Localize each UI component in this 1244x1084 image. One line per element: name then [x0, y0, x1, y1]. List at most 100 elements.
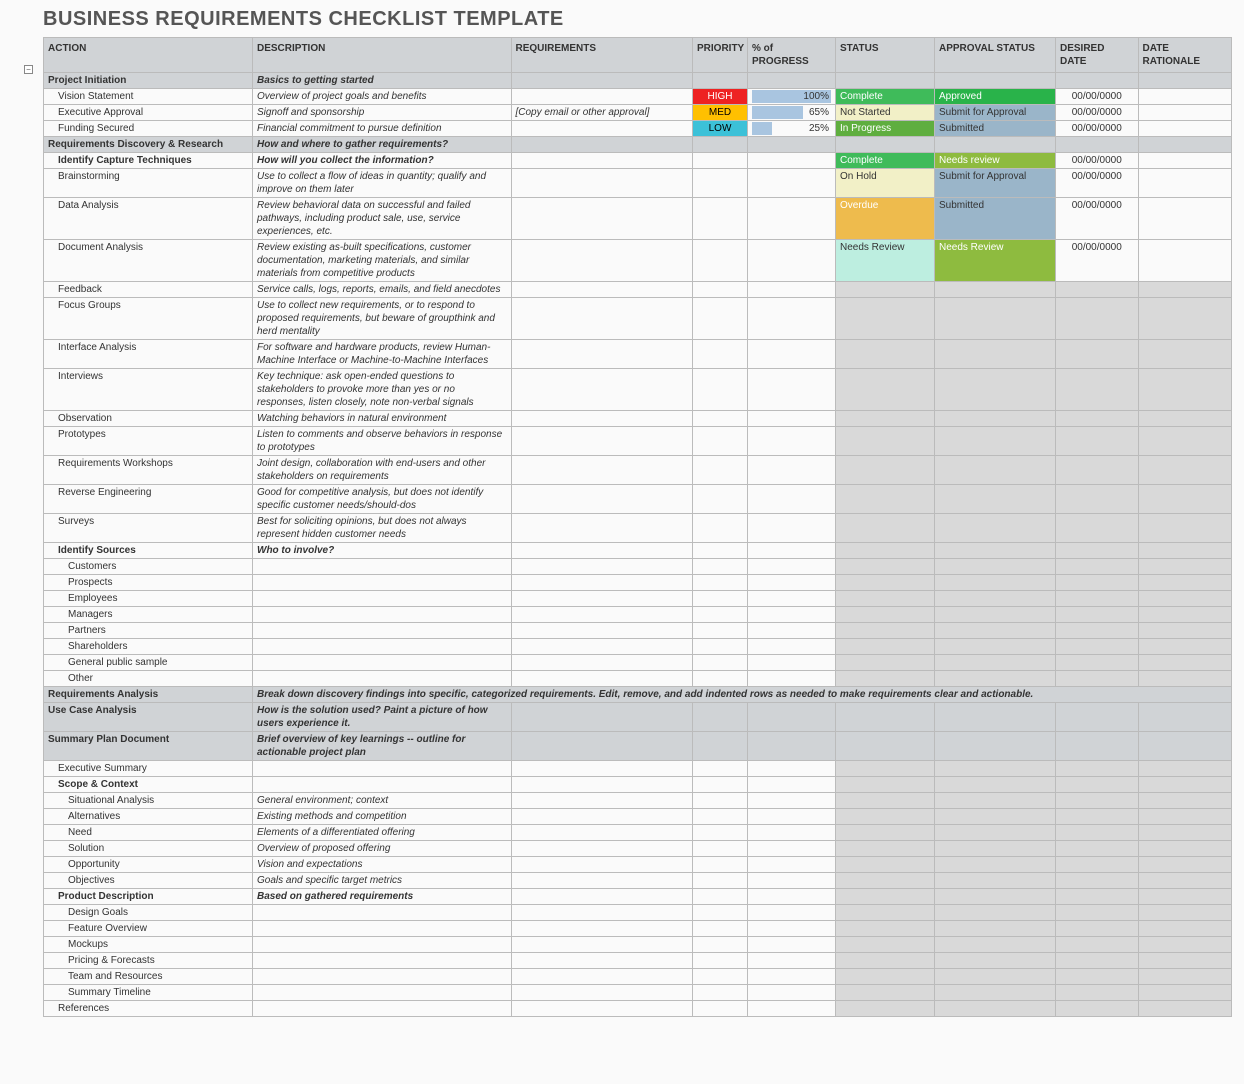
cell-progress: [748, 921, 836, 937]
cell-priority: [693, 169, 748, 198]
cell-requirements: [511, 282, 693, 298]
table-row[interactable]: BrainstormingUse to collect a flow of id…: [44, 169, 1232, 198]
table-row[interactable]: Design Goals: [44, 905, 1232, 921]
table-row[interactable]: Employees: [44, 591, 1232, 607]
table-row[interactable]: Executive ApprovalSignoff and sponsorshi…: [44, 105, 1232, 121]
table-row[interactable]: PrototypesListen to comments and observe…: [44, 427, 1232, 456]
cell-description: [253, 559, 512, 575]
cell-requirements: [511, 905, 693, 921]
cell-priority: [693, 905, 748, 921]
table-row[interactable]: Summary Plan DocumentBrief overview of k…: [44, 732, 1232, 761]
cell-action: Employees: [44, 591, 253, 607]
table-row[interactable]: Data AnalysisReview behavioral data on s…: [44, 198, 1232, 240]
table-row[interactable]: Situational AnalysisGeneral environment;…: [44, 793, 1232, 809]
cell-status: [836, 514, 935, 543]
cell-rationale: [1138, 282, 1232, 298]
cell-priority: [693, 543, 748, 559]
table-row[interactable]: References: [44, 1001, 1232, 1017]
table-row[interactable]: Document AnalysisReview existing as-buil…: [44, 240, 1232, 282]
cell-approval: [935, 905, 1056, 921]
cell-progress: [748, 607, 836, 623]
cell-requirements: [511, 623, 693, 639]
cell-progress: [748, 298, 836, 340]
cell-requirements: [511, 73, 693, 89]
table-row[interactable]: Identify Capture TechniquesHow will you …: [44, 153, 1232, 169]
table-row[interactable]: Focus GroupsUse to collect new requireme…: [44, 298, 1232, 340]
cell-progress: [748, 703, 836, 732]
table-row[interactable]: Other: [44, 671, 1232, 687]
table-row[interactable]: InterviewsKey technique: ask open-ended …: [44, 369, 1232, 411]
cell-date: [1056, 985, 1139, 1001]
table-row[interactable]: Requirements Discovery & ResearchHow and…: [44, 137, 1232, 153]
table-row[interactable]: Product DescriptionBased on gathered req…: [44, 889, 1232, 905]
cell-status: [836, 969, 935, 985]
cell-status: [836, 761, 935, 777]
table-row[interactable]: Team and Resources: [44, 969, 1232, 985]
table-row[interactable]: Requirements WorkshopsJoint design, coll…: [44, 456, 1232, 485]
cell-status: [836, 777, 935, 793]
cell-approval: Submit for Approval: [935, 169, 1056, 198]
cell-requirements: [511, 1001, 693, 1017]
cell-priority: [693, 575, 748, 591]
cell-requirements: [511, 137, 693, 153]
table-row[interactable]: Interface AnalysisFor software and hardw…: [44, 340, 1232, 369]
cell-action: Managers: [44, 607, 253, 623]
table-row[interactable]: SolutionOverview of proposed offering: [44, 841, 1232, 857]
cell-approval: [935, 703, 1056, 732]
table-row[interactable]: Identify SourcesWho to involve?: [44, 543, 1232, 559]
table-row[interactable]: ObjectivesGoals and specific target metr…: [44, 873, 1232, 889]
cell-date: 00/00/0000: [1056, 169, 1139, 198]
cell-description: Existing methods and competition: [253, 809, 512, 825]
cell-date: [1056, 655, 1139, 671]
cell-rationale: [1138, 169, 1232, 198]
cell-description: Vision and expectations: [253, 857, 512, 873]
table-row[interactable]: Executive Summary: [44, 761, 1232, 777]
table-row[interactable]: AlternativesExisting methods and competi…: [44, 809, 1232, 825]
cell-description: [253, 777, 512, 793]
cell-action: Funding Secured: [44, 121, 253, 137]
cell-approval: [935, 369, 1056, 411]
cell-approval: [935, 793, 1056, 809]
table-row[interactable]: SurveysBest for soliciting opinions, but…: [44, 514, 1232, 543]
table-row[interactable]: ObservationWatching behaviors in natural…: [44, 411, 1232, 427]
table-row[interactable]: Scope & Context: [44, 777, 1232, 793]
table-row[interactable]: Partners: [44, 623, 1232, 639]
table-row[interactable]: NeedElements of a differentiated offerin…: [44, 825, 1232, 841]
cell-status: [836, 671, 935, 687]
cell-progress: [748, 137, 836, 153]
table-row[interactable]: Summary Timeline: [44, 985, 1232, 1001]
cell-action: Requirements Workshops: [44, 456, 253, 485]
cell-progress: 65%: [748, 105, 836, 121]
table-row[interactable]: Reverse EngineeringGood for competitive …: [44, 485, 1232, 514]
table-row[interactable]: OpportunityVision and expectations: [44, 857, 1232, 873]
cell-action: Executive Approval: [44, 105, 253, 121]
table-row[interactable]: Funding SecuredFinancial commitment to p…: [44, 121, 1232, 137]
cell-progress: [748, 169, 836, 198]
table-row[interactable]: Requirements AnalysisBreak down discover…: [44, 687, 1232, 703]
cell-status: [836, 298, 935, 340]
table-row[interactable]: General public sample: [44, 655, 1232, 671]
table-row[interactable]: FeedbackService calls, logs, reports, em…: [44, 282, 1232, 298]
table-row[interactable]: Feature Overview: [44, 921, 1232, 937]
cell-progress: 25%: [748, 121, 836, 137]
table-row[interactable]: Shareholders: [44, 639, 1232, 655]
table-row[interactable]: Pricing & Forecasts: [44, 953, 1232, 969]
table-row[interactable]: Vision StatementOverview of project goal…: [44, 89, 1232, 105]
table-row[interactable]: Mockups: [44, 937, 1232, 953]
cell-description: Elements of a differentiated offering: [253, 825, 512, 841]
collapse-icon[interactable]: −: [24, 65, 33, 74]
cell-approval: [935, 937, 1056, 953]
table-row[interactable]: Managers: [44, 607, 1232, 623]
cell-requirements: [511, 732, 693, 761]
table-row[interactable]: Use Case AnalysisHow is the solution use…: [44, 703, 1232, 732]
cell-description: Brief overview of key learnings -- outli…: [253, 732, 512, 761]
table-row[interactable]: Project InitiationBasics to getting star…: [44, 73, 1232, 89]
table-row[interactable]: Customers: [44, 559, 1232, 575]
cell-rationale: [1138, 809, 1232, 825]
cell-date: [1056, 703, 1139, 732]
table-row[interactable]: Prospects: [44, 575, 1232, 591]
cell-approval: Needs review: [935, 153, 1056, 169]
cell-rationale: [1138, 623, 1232, 639]
cell-rationale: [1138, 671, 1232, 687]
cell-approval: [935, 456, 1056, 485]
